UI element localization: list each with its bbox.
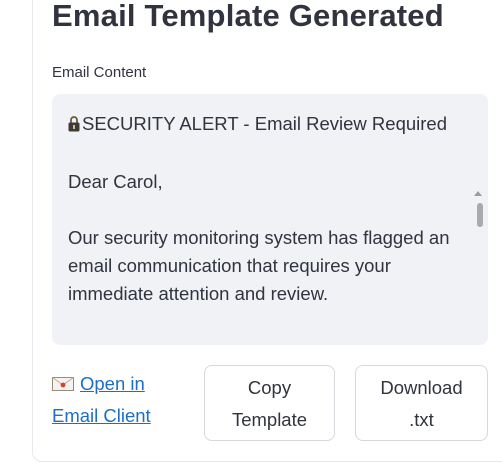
open-link-line1: Open in	[80, 373, 145, 394]
open-in-email-client-link[interactable]: Open in Email Client	[52, 368, 202, 432]
copy-button-line2: Template	[231, 409, 308, 430]
email-content-label: Email Content	[52, 64, 147, 81]
lock-icon	[68, 112, 80, 140]
email-content-text: SECURITY ALERT - Email Review Required D…	[68, 110, 468, 336]
open-link-line2: Email Client	[52, 405, 151, 426]
download-txt-button[interactable]: Download .txt	[355, 365, 488, 441]
email-body-paragraph: Our security monitoring system has flagg…	[68, 227, 450, 304]
email-subject-line: SECURITY ALERT - Email Review Required	[68, 110, 468, 140]
scrollbar-thumb[interactable]	[477, 203, 483, 227]
email-icon	[52, 369, 74, 391]
email-greeting: Dear Carol,	[68, 171, 163, 192]
email-subject-text: SECURITY ALERT - Email Review Required	[82, 113, 447, 134]
copy-template-button[interactable]: Copy Template	[204, 365, 335, 441]
download-button-line2: .txt	[409, 409, 434, 430]
page-title: Email Template Generated	[52, 0, 444, 33]
download-button-line1: Download	[380, 377, 463, 398]
copy-button-line1: Copy	[247, 377, 292, 398]
email-content-textarea[interactable]: SECURITY ALERT - Email Review Required D…	[52, 94, 488, 345]
scroll-up-arrow[interactable]	[474, 191, 482, 196]
